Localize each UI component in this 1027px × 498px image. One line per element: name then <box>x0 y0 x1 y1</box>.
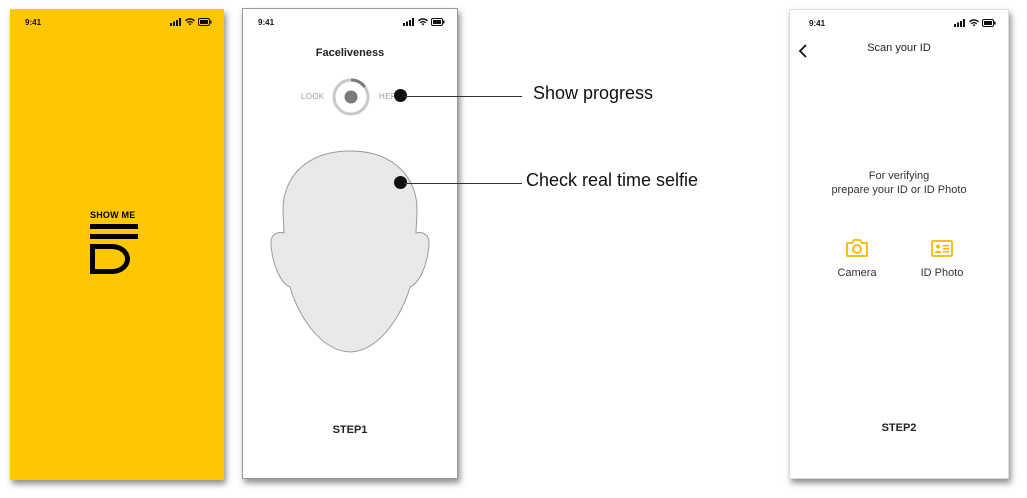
progress-center-dot <box>344 90 358 104</box>
scan-id-screen: 9:41 Scan your ID For verifying prepare … <box>789 9 1009 479</box>
app-logo: SHOW ME <box>90 210 150 276</box>
description-line-1: For verifying <box>868 170 930 182</box>
scan-description: For verifying prepare your ID or ID Phot… <box>790 169 1008 197</box>
status-icons <box>403 18 445 26</box>
page-title: Scan your ID <box>867 42 931 54</box>
status-time: 9:41 <box>25 18 42 27</box>
progress-ring <box>332 78 370 116</box>
battery-icon <box>982 19 996 27</box>
camera-option-button[interactable]: Camera <box>817 238 897 279</box>
step-label: STEP1 <box>332 424 368 436</box>
wifi-icon <box>969 19 979 27</box>
logo-text: SHOW ME <box>90 210 136 220</box>
look-label: LOOK <box>301 92 325 101</box>
status-time: 9:41 <box>809 19 826 28</box>
step-label: STEP2 <box>881 422 917 434</box>
annotation-line-selfie <box>404 183 522 184</box>
id-photo-option-label: ID Photo <box>920 267 964 279</box>
page-title: Faceliveness <box>315 47 385 59</box>
splash-screen: 9:41 SHOW ME <box>10 9 224 480</box>
id-card-icon <box>931 240 953 257</box>
camera-icon <box>846 239 868 257</box>
status-icons <box>170 18 212 26</box>
signal-icon <box>170 18 181 26</box>
battery-icon <box>431 18 445 26</box>
battery-icon <box>198 18 212 26</box>
wifi-icon <box>185 18 195 26</box>
faceliveness-screen: 9:41 Faceliveness LOOK HERE STEP1 <box>242 8 458 479</box>
status-bar: 9:41 <box>10 9 224 33</box>
signal-icon <box>954 19 965 27</box>
status-icons <box>954 19 996 27</box>
id-logo-mark <box>90 224 138 274</box>
annotation-line-progress <box>404 96 522 97</box>
face-outline <box>270 150 430 353</box>
camera-option-label: Camera <box>837 267 877 279</box>
annotation-selfie: Check real time selfie <box>526 170 699 190</box>
id-photo-option-button[interactable]: ID Photo <box>902 238 982 279</box>
signal-icon <box>403 18 414 26</box>
wifi-icon <box>418 18 428 26</box>
description-line-2: prepare your ID or ID Photo <box>831 184 967 196</box>
annotation-progress: Show progress <box>533 83 654 103</box>
status-time: 9:41 <box>258 18 275 27</box>
status-bar: 9:41 <box>790 10 1008 34</box>
progress-arc <box>350 78 366 88</box>
status-bar: 9:41 <box>243 9 457 33</box>
